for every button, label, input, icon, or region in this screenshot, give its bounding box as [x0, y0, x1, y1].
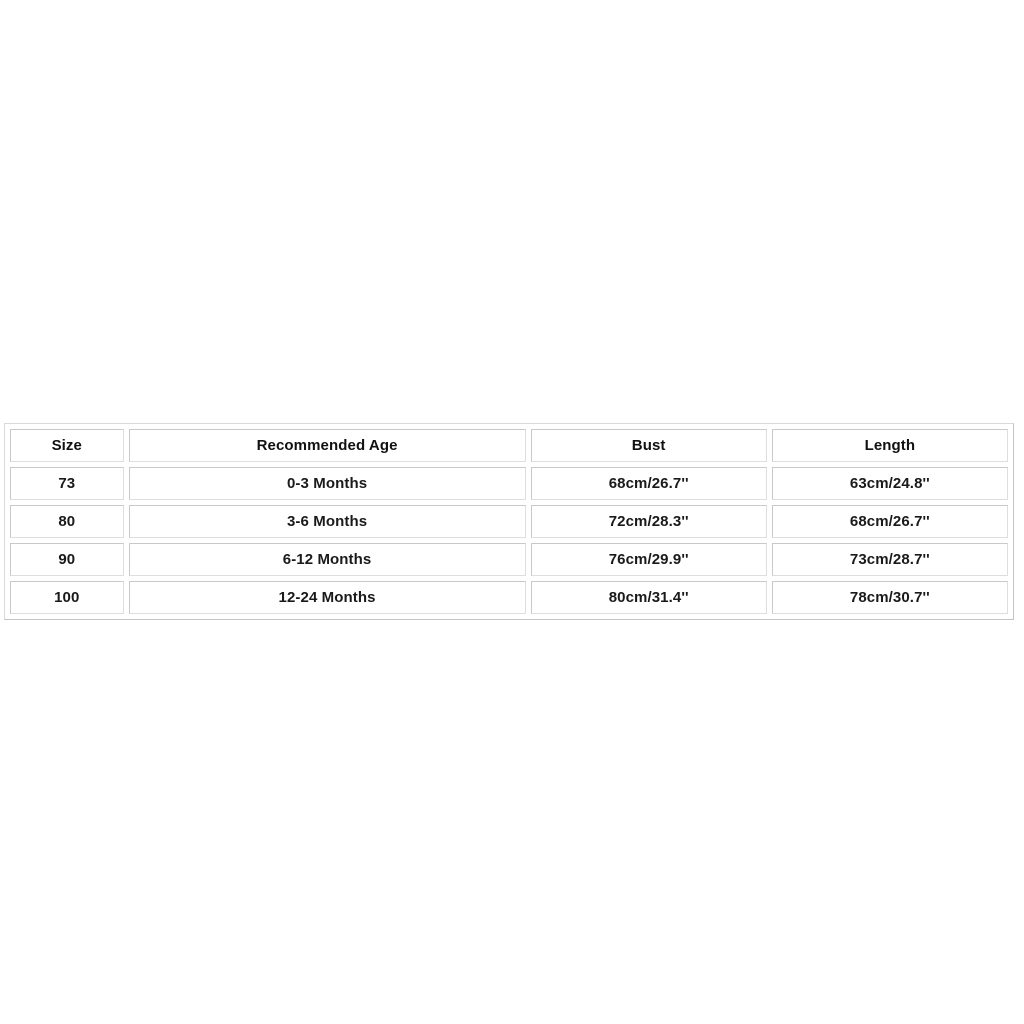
page-canvas: Size Recommended Age Bust Length 73 0-3 …: [0, 0, 1024, 1024]
table-row: 100 12-24 Months 80cm/31.4'' 78cm/30.7'': [10, 581, 1008, 614]
column-header-length: Length: [771, 429, 1008, 462]
cell-size: 80: [10, 505, 124, 538]
column-header-bust: Bust: [530, 429, 767, 462]
cell-size: 90: [10, 543, 124, 576]
size-chart-table: Size Recommended Age Bust Length 73 0-3 …: [4, 423, 1014, 620]
size-chart-container: Size Recommended Age Bust Length 73 0-3 …: [4, 423, 1014, 620]
size-chart-body: 73 0-3 Months 68cm/26.7'' 63cm/24.8'' 80…: [10, 467, 1008, 614]
table-row: 73 0-3 Months 68cm/26.7'' 63cm/24.8'': [10, 467, 1008, 500]
cell-recommended-age: 3-6 Months: [128, 505, 526, 538]
table-row: 90 6-12 Months 76cm/29.9'' 73cm/28.7'': [10, 543, 1008, 576]
cell-size: 100: [10, 581, 124, 614]
column-header-size: Size: [10, 429, 124, 462]
table-header-row: Size Recommended Age Bust Length: [10, 429, 1008, 462]
cell-length: 73cm/28.7'': [771, 543, 1008, 576]
cell-bust: 76cm/29.9'': [530, 543, 767, 576]
cell-length: 78cm/30.7'': [771, 581, 1008, 614]
cell-recommended-age: 0-3 Months: [128, 467, 526, 500]
size-chart-header: Size Recommended Age Bust Length: [10, 429, 1008, 462]
table-row: 80 3-6 Months 72cm/28.3'' 68cm/26.7'': [10, 505, 1008, 538]
cell-length: 68cm/26.7'': [771, 505, 1008, 538]
cell-recommended-age: 6-12 Months: [128, 543, 526, 576]
cell-bust: 72cm/28.3'': [530, 505, 767, 538]
cell-recommended-age: 12-24 Months: [128, 581, 526, 614]
cell-length: 63cm/24.8'': [771, 467, 1008, 500]
cell-bust: 80cm/31.4'': [530, 581, 767, 614]
cell-size: 73: [10, 467, 124, 500]
cell-bust: 68cm/26.7'': [530, 467, 767, 500]
column-header-recommended-age: Recommended Age: [128, 429, 526, 462]
